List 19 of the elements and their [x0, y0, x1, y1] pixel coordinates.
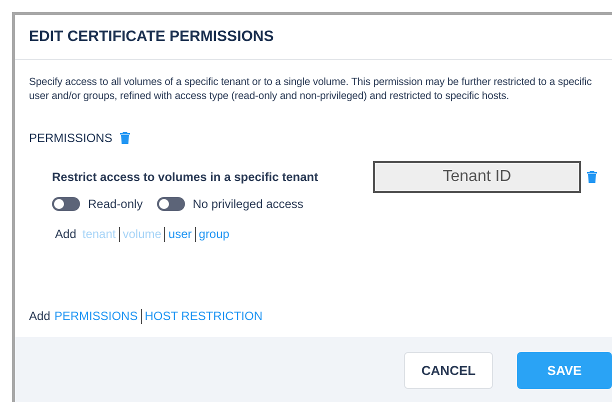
- trash-icon[interactable]: [120, 132, 130, 144]
- toggle-switch[interactable]: [52, 197, 80, 211]
- add-link[interactable]: HOST RESTRICTION: [144, 307, 263, 325]
- add-label: Add: [29, 308, 50, 325]
- description: Specify access to all volumes of a specific tenant or to a single volume. This permission may be further restricted to a specific user and/or groups, refined with access type (read-only and non-privileged) and restricted to specific hosts.: [28, 76, 593, 104]
- add-link[interactable]: group: [198, 225, 230, 243]
- cancel-button[interactable]: CANCEL: [404, 352, 493, 389]
- save-button[interactable]: SAVE: [517, 352, 612, 389]
- toggle-label: No privileged access: [192, 196, 304, 213]
- restriction-label: Restrict access to volumes in a specific tenant: [52, 169, 320, 186]
- tenant-id-field[interactable]: Tenant ID: [373, 161, 581, 193]
- dialog-title: EDIT CERTIFICATE PERMISSIONS: [29, 26, 274, 47]
- toggle-switch[interactable]: [156, 197, 185, 211]
- toggle-label: Read-only: [88, 196, 143, 213]
- add-label: Add: [55, 226, 76, 243]
- add-link[interactable]: user: [168, 225, 192, 243]
- section-heading: PERMISSIONS: [29, 130, 112, 147]
- trash-icon[interactable]: [587, 171, 597, 183]
- add-link[interactable]: PERMISSIONS: [54, 307, 138, 325]
